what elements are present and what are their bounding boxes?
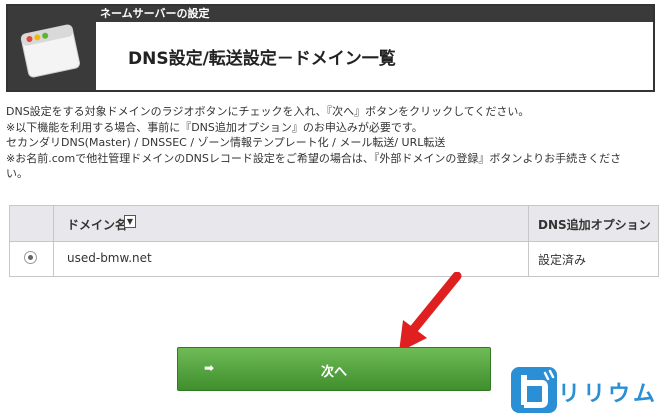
domain-radio-button[interactable] xyxy=(24,251,37,264)
instruction-line: DNS設定をする対象ドメインのラジオボタンにチェックを入れ、『次へ』ボタンをクリ… xyxy=(6,105,530,118)
table-row[interactable]: used-bmw.net 設定済み xyxy=(10,242,658,276)
instruction-line: い。 xyxy=(6,167,28,180)
next-button-label: 次へ xyxy=(320,365,347,380)
table-header-row: ドメイン名 ▼ DNS追加オプション xyxy=(10,206,658,242)
red-pointer-arrow-icon xyxy=(399,272,462,352)
instruction-line: ※お名前.comで他社管理ドメインのDNSレコード設定をご希望の場合は、『外部ド… xyxy=(6,151,622,165)
instruction-line: ※以下機能を利用する場合、事前に『DNS追加オプション』のお申込みが必要です。 xyxy=(6,120,423,134)
instructions: DNS設定をする対象ドメインのラジオボタンにチェックを入れ、『次へ』ボタンをクリ… xyxy=(6,104,662,182)
domain-column-header: ドメイン名 xyxy=(67,218,128,232)
page-header: ネームサーバーの設定 DNS設定/転送設定－ドメイン一覧 xyxy=(6,4,655,92)
domain-table: ドメイン名 ▼ DNS追加オプション used-bmw.net 設定済み xyxy=(9,205,659,277)
dns-option-column-header: DNS追加オプション xyxy=(538,218,651,232)
next-button[interactable]: ➡ 次へ xyxy=(177,347,491,391)
section-label: ネームサーバーの設定 xyxy=(96,6,653,22)
header-icon-area xyxy=(8,6,96,90)
dns-option-status-cell: 設定済み xyxy=(538,253,587,267)
logo-text: リリウム xyxy=(558,382,659,407)
sort-down-icon[interactable]: ▼ xyxy=(124,215,136,228)
page-title: DNS設定/転送設定－ドメイン一覧 xyxy=(128,49,396,69)
browser-window-icon xyxy=(20,24,80,78)
domain-name-cell: used-bmw.net xyxy=(67,251,152,265)
instruction-line: セカンダリDNS(Master) / DNSSEC / ゾーン情報テンプレート化… xyxy=(6,136,446,149)
